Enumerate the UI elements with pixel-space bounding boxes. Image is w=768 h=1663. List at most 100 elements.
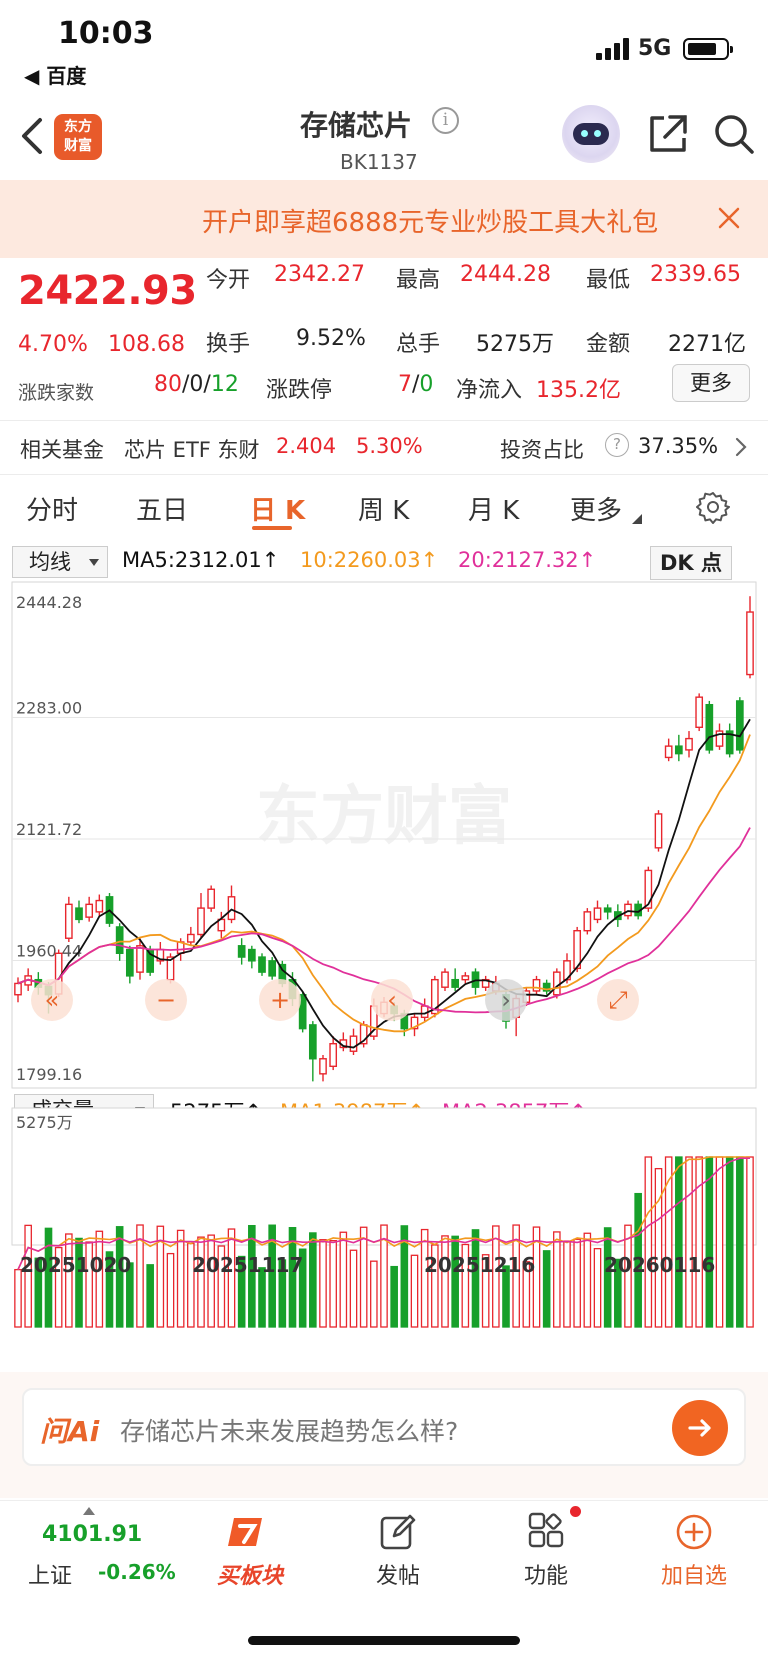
kline-chart[interactable]: 东方财富 2444.28 2283.00 2121.72 1960.44 1799.16 «… <box>0 580 768 1340</box>
notification-dot <box>570 1506 581 1517</box>
info-icon[interactable]: i <box>432 107 459 134</box>
breadth-down: 12 <box>210 372 239 397</box>
volume-bar <box>227 1228 236 1328</box>
volume-bar <box>441 1235 449 1328</box>
volume-bar <box>329 1239 337 1328</box>
y-tick-label: 1960.44 <box>16 942 82 961</box>
candle-body <box>593 907 602 921</box>
volume-bar <box>146 1264 154 1328</box>
edit-post-icon[interactable] <box>378 1512 418 1552</box>
zoom-in-icon[interactable]: + <box>259 979 301 1021</box>
index-pct[interactable]: -0.26% <box>98 1560 176 1584</box>
volume-bar <box>390 1265 398 1328</box>
candle-body <box>441 971 449 988</box>
candle-body <box>258 956 266 973</box>
volume-bar <box>715 1156 724 1328</box>
page-title: 存储芯片 <box>300 109 413 142</box>
change-amount: 108.68 <box>108 332 185 357</box>
signal-icon <box>596 38 629 60</box>
volume-bar <box>685 1156 693 1328</box>
change-pct: 4.70% <box>18 332 88 357</box>
watermark-text: 东方财富 <box>256 780 512 854</box>
volume-max-label: 5275万 <box>16 1113 73 1132</box>
functions-label[interactable]: 功能 <box>486 1558 606 1590</box>
add-watchlist-label[interactable]: 加自选 <box>634 1558 754 1590</box>
share-icon[interactable] <box>646 112 690 156</box>
candle-body <box>532 978 541 992</box>
home-indicator <box>248 1636 520 1645</box>
candle-body <box>674 745 683 755</box>
volume-bar <box>75 1237 83 1328</box>
back-arrow-icon[interactable] <box>18 116 46 156</box>
ratio-value: 37.35% <box>638 434 719 458</box>
open-value: 2342.27 <box>274 262 365 287</box>
divider <box>0 420 768 421</box>
gear-icon[interactable] <box>696 490 730 524</box>
status-time: 10:03 <box>58 16 154 51</box>
caret-up-icon <box>83 1507 95 1515</box>
candle-body <box>227 896 236 921</box>
ask-ai-logo: 问Ai <box>40 1415 100 1448</box>
close-icon[interactable] <box>716 205 742 231</box>
ai-assistant-icon[interactable] <box>562 105 620 163</box>
volume-bar <box>207 1234 215 1328</box>
candle <box>441 968 449 991</box>
inflow-label: 净流入 <box>456 378 523 403</box>
volume-bar <box>675 1156 683 1328</box>
ask-submit-button[interactable] <box>672 1400 728 1456</box>
chevron-right-icon[interactable] <box>734 436 748 458</box>
candle-body <box>64 903 73 939</box>
volume-bar <box>583 1232 592 1328</box>
volume-bar <box>14 1268 22 1328</box>
low-value: 2339.65 <box>650 262 741 287</box>
ask-ai-placeholder[interactable]: 存储芯片未来发展趋势怎么样? <box>120 1412 458 1448</box>
index-value[interactable]: 4101.91 <box>42 1522 142 1547</box>
turnover-value: 9.52% <box>296 326 366 351</box>
volume-bar <box>736 1156 744 1328</box>
volume-bar <box>471 1229 480 1328</box>
volume-bar <box>695 1156 703 1328</box>
dk-points-button[interactable]: DK 点 <box>650 546 732 580</box>
post-label[interactable]: 发帖 <box>338 1558 458 1590</box>
fullscreen-icon[interactable]: ⤢ <box>597 979 639 1021</box>
indicator-selector[interactable]: 均线 <box>12 546 108 578</box>
candle-body <box>685 737 693 751</box>
candle <box>268 957 277 980</box>
volume-bar <box>573 1238 581 1328</box>
candle-body <box>85 903 94 918</box>
help-icon[interactable]: ? <box>605 433 629 457</box>
candle-body <box>136 945 144 973</box>
fund-name[interactable]: 芯片 ETF 东财 <box>124 434 260 464</box>
y-tick-label: 2121.72 <box>16 820 82 839</box>
volume-bar <box>746 1156 754 1328</box>
volume-bar <box>319 1239 327 1328</box>
pan-left-icon[interactable]: ‹ <box>371 979 413 1021</box>
index-name[interactable]: 上证 <box>28 1558 72 1590</box>
volume-bar <box>339 1231 348 1328</box>
promo-banner-text[interactable]: 开户即享超6888元专业炒股工具大礼包 <box>202 202 682 239</box>
buy-sector-label[interactable]: 买板块 <box>190 1558 310 1590</box>
volume-bar <box>166 1252 175 1328</box>
limit-label: 涨跌停 <box>266 378 333 403</box>
fullscreen-icon-glyph: ⤢ <box>608 986 627 1014</box>
trade-icon[interactable] <box>226 1512 272 1556</box>
arrow-right-icon <box>688 1419 711 1437</box>
candle-body <box>654 813 663 849</box>
volume-bar <box>349 1249 358 1328</box>
volume-bar <box>644 1156 653 1328</box>
current-price: 2422.93 <box>18 268 197 314</box>
candle-body <box>349 1035 358 1052</box>
candle-body <box>186 933 195 943</box>
pan-right-icon[interactable]: › <box>485 979 527 1021</box>
zoom-left-icon[interactable]: « <box>31 979 73 1021</box>
indicator-selector-label: 均线 <box>29 550 71 574</box>
pan-right-icon-glyph: › <box>501 986 511 1014</box>
add-watchlist-icon[interactable] <box>674 1512 714 1552</box>
fund-label: 相关基金 <box>20 438 104 462</box>
open-label: 今开 <box>206 268 251 293</box>
back-to-app-link[interactable]: ◀ 百度 <box>24 60 86 89</box>
search-icon[interactable] <box>712 112 756 156</box>
more-button[interactable]: 更多 <box>672 364 750 402</box>
zoom-out-icon[interactable]: − <box>145 979 187 1021</box>
functions-icon[interactable] <box>526 1512 566 1552</box>
